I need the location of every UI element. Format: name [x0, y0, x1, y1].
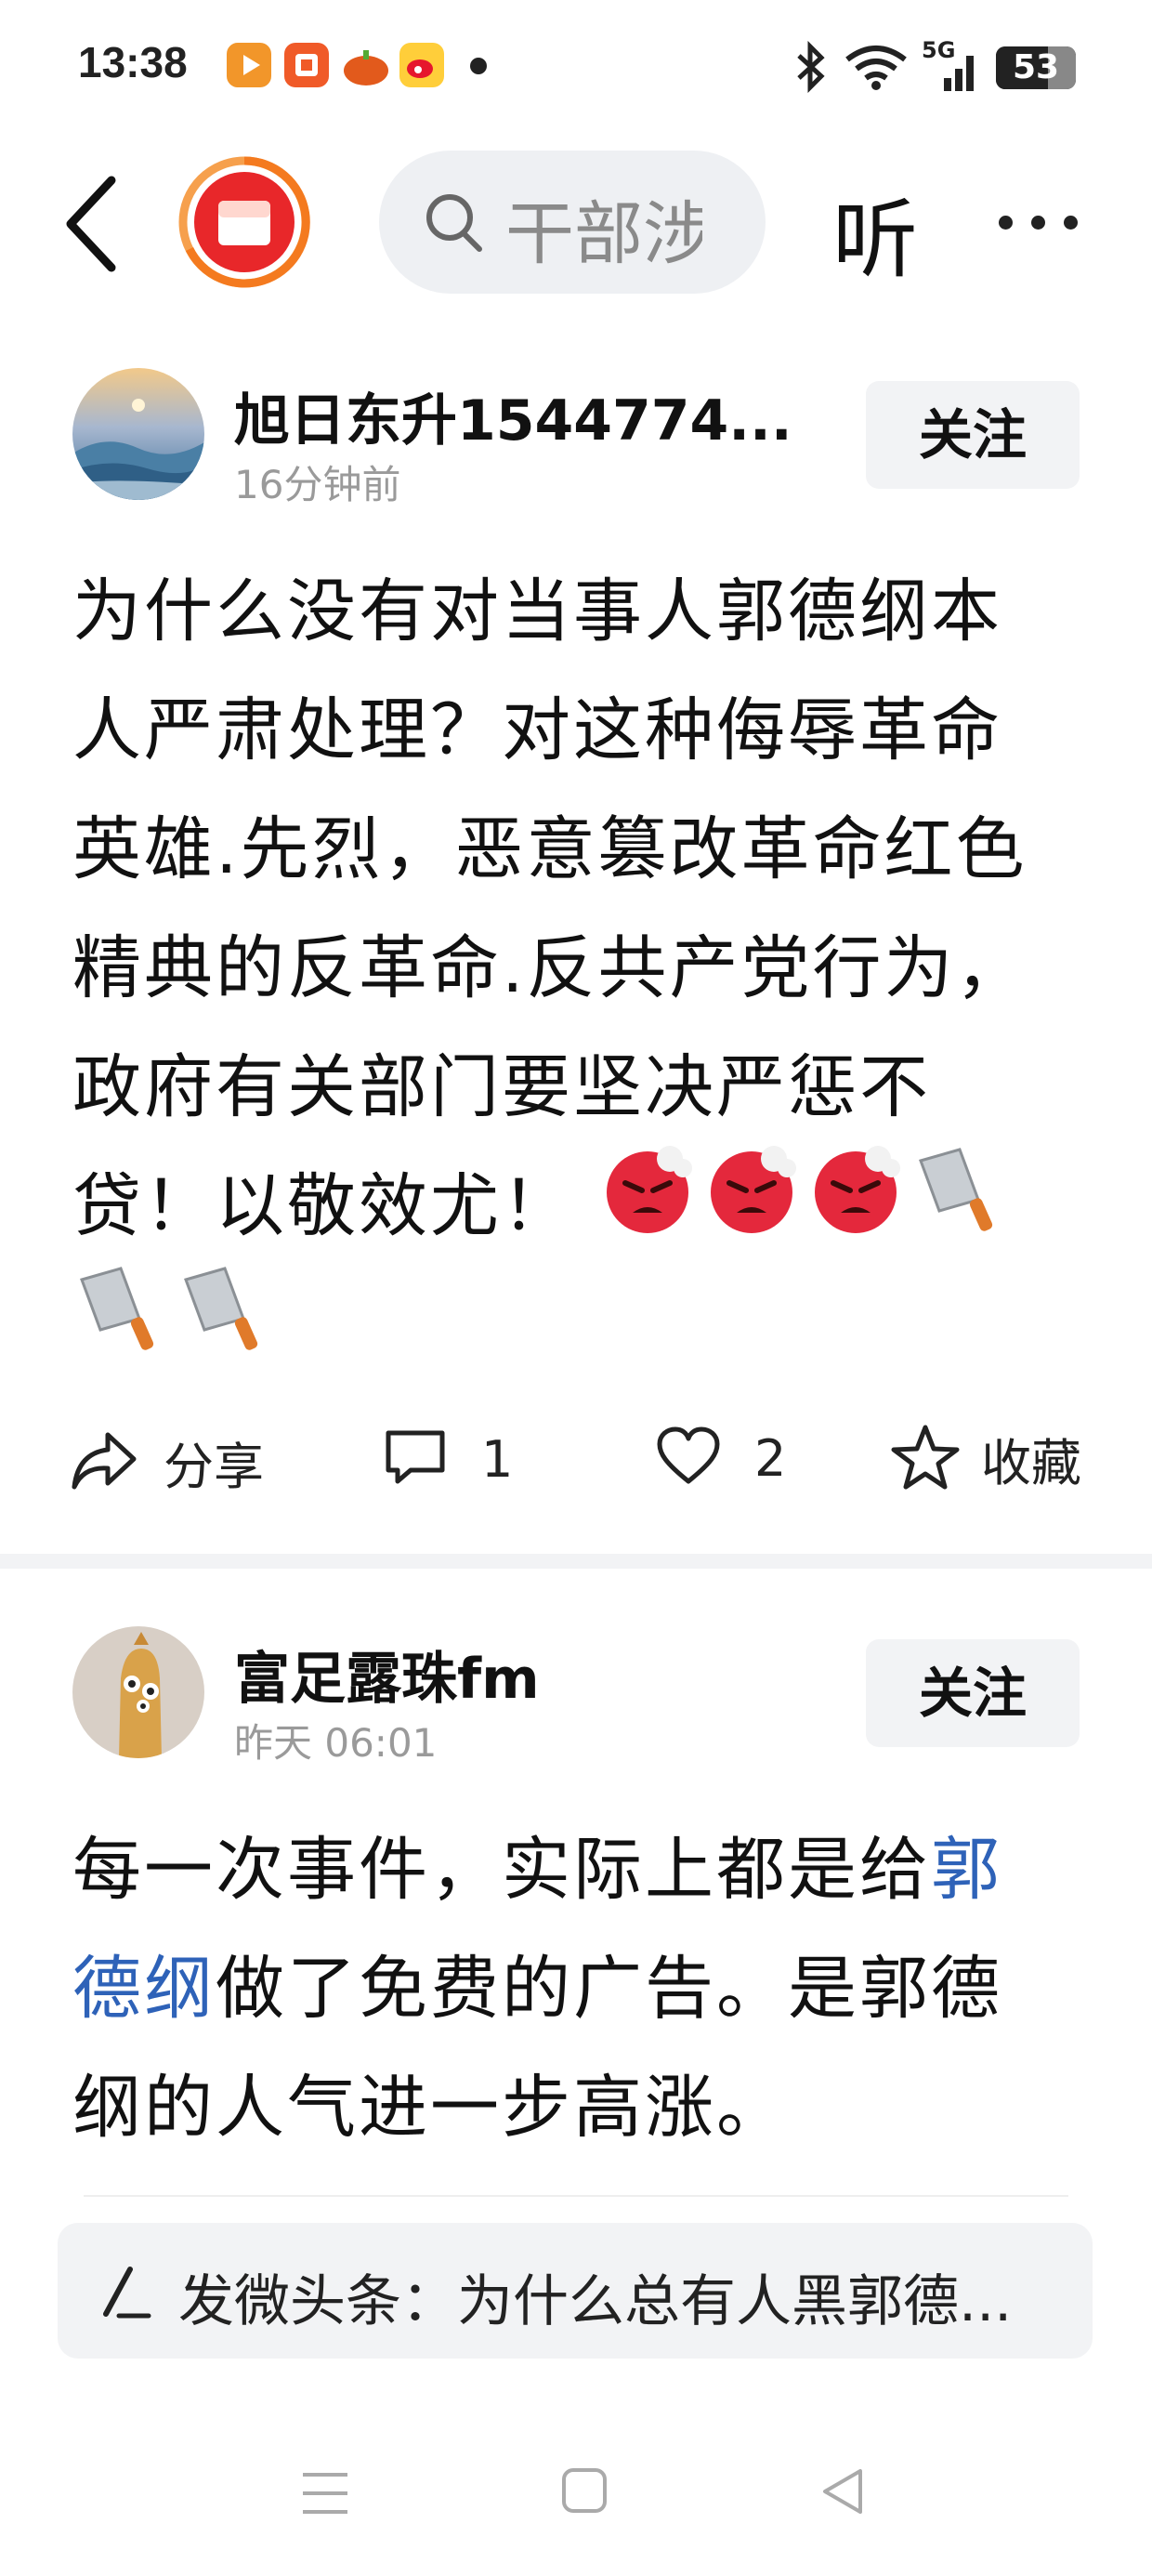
back-nav-icon[interactable] — [819, 2467, 866, 2519]
back-button[interactable] — [61, 173, 121, 279]
more-icon[interactable] — [999, 216, 1096, 233]
post-divider — [0, 1554, 1152, 1569]
post-line: 贷！以敬效尤！ — [72, 1166, 573, 1246]
author-name[interactable]: 富足露珠fm — [234, 1634, 540, 1715]
listen-button[interactable]: 听 — [832, 171, 918, 295]
comment-count: 1 — [481, 1429, 514, 1489]
avatar[interactable] — [72, 368, 204, 500]
post-time: 昨天 06:01 — [234, 1720, 438, 1766]
video-app-icon — [227, 43, 271, 87]
cleaver-icon — [72, 1259, 169, 1392]
post-line: 英雄.先烈，恶意篡改革命红色 — [72, 809, 1028, 889]
comment-button[interactable]: 1 — [383, 1426, 513, 1492]
post-body[interactable]: 每一次事件，实际上都是给郭 德纲做了免费的广告。是郭德 纲的人气进一步高涨。 — [72, 1810, 1094, 2167]
like-button[interactable]: 2 — [656, 1426, 786, 1491]
wifi-icon — [844, 43, 909, 95]
angry-face-icon — [807, 1140, 904, 1273]
signal-icon — [929, 46, 981, 97]
follow-button[interactable]: 关注 — [866, 381, 1080, 489]
search-icon — [424, 191, 485, 260]
heart-icon — [656, 1426, 721, 1491]
divider — [84, 2195, 1068, 2197]
pen-icon — [97, 2262, 152, 2327]
menu-icon[interactable] — [301, 2467, 349, 2523]
post-line: 政府有关部门要坚决严惩不 — [72, 1047, 931, 1127]
share-button[interactable]: 分享 — [71, 1426, 264, 1499]
favorite-button[interactable]: 收藏 — [890, 1422, 1081, 1495]
follow-button[interactable]: 关注 — [866, 1639, 1080, 1747]
pumpkin-app-icon — [342, 43, 388, 87]
share-icon — [71, 1429, 139, 1496]
post-line: 人严肃处理？对这种侮辱革命 — [72, 690, 1002, 770]
status-time: 13:38 — [78, 38, 188, 86]
red-packet-button[interactable] — [177, 154, 312, 294]
weibo-icon — [399, 43, 444, 87]
cleaver-icon — [911, 1140, 1008, 1273]
angry-face-icon — [599, 1140, 696, 1273]
red-app-icon — [284, 43, 329, 87]
red-packet-icon — [178, 156, 310, 288]
post-text: 做了免费的广告。是郭德 — [216, 1949, 1002, 2029]
avatar[interactable] — [72, 1626, 204, 1758]
notification-dot — [470, 58, 487, 74]
author-name[interactable]: 旭日东升1544774... — [234, 375, 792, 456]
bluetooth-icon — [793, 40, 827, 97]
star-icon — [890, 1424, 961, 1494]
favorite-label: 收藏 — [981, 1434, 1081, 1492]
post-time: 16分钟前 — [234, 462, 401, 507]
share-label: 分享 — [164, 1438, 264, 1496]
home-icon[interactable] — [561, 2467, 608, 2519]
mention-link[interactable]: 郭 — [931, 1830, 1002, 1910]
search-placeholder: 干部涉 — [505, 194, 702, 274]
battery-icon: 53 — [996, 46, 1076, 89]
cleaver-icon — [177, 1259, 273, 1392]
comment-icon — [383, 1426, 448, 1492]
post-text: 每一次事件，实际上都是给 — [72, 1830, 931, 1910]
post-body[interactable]: 为什么没有对当事人郭德纲本 人严肃处理？对这种侮辱革命 英雄.先烈，恶意篡改革命… — [72, 552, 1094, 1385]
mention-link[interactable]: 德纲 — [72, 1949, 216, 2029]
post-line: 为什么没有对当事人郭德纲本 — [72, 572, 1002, 651]
compose-text: 发微头条：为什么总有人黑郭德... — [178, 2269, 1013, 2334]
like-count: 2 — [754, 1428, 787, 1488]
battery-level: 53 — [1013, 48, 1060, 86]
angry-face-icon — [703, 1140, 800, 1273]
post-text: 纲的人气进一步高涨。 — [72, 2068, 788, 2148]
post-line: 精典的反革命.反共产党行为， — [72, 928, 1028, 1008]
